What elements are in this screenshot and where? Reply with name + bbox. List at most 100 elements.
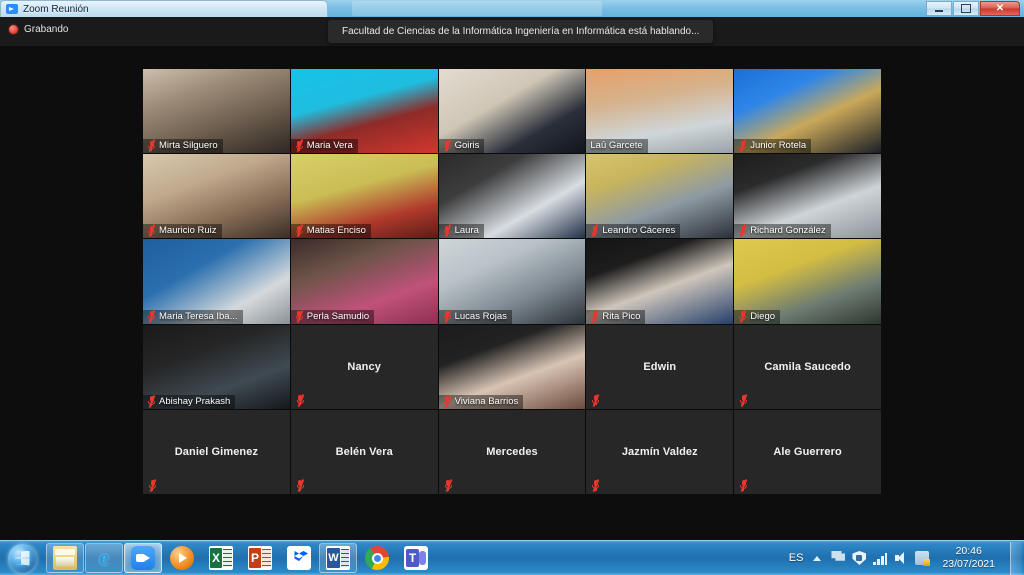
participant-name-bar: Laū Garcete: [586, 139, 648, 154]
powerpoint-icon: [248, 546, 272, 570]
windows-start-orb-icon: [7, 543, 37, 573]
participant-tile[interactable]: Maria Vera: [290, 69, 438, 154]
screen: Zoom Reunión ✕ Grabando Facultad de Cien…: [0, 0, 1024, 575]
participant-name: Perla Samudio: [306, 310, 370, 322]
taskbar-powerpoint[interactable]: [241, 543, 279, 573]
participant-tile[interactable]: Lucas Rojas: [438, 239, 586, 324]
participant-tile[interactable]: Leandro Cáceres: [586, 154, 734, 239]
participant-tile[interactable]: Rita Pico: [586, 239, 734, 324]
participant-tile[interactable]: Belén Vera: [290, 409, 438, 494]
participant-tile[interactable]: Perla Samudio: [290, 239, 438, 324]
record-dot-icon: [9, 25, 18, 34]
recording-indicator[interactable]: Grabando: [9, 24, 68, 35]
participant-tile[interactable]: Mercedes: [438, 409, 586, 494]
participant-tile[interactable]: Ale Guerrero: [734, 409, 881, 494]
taskbar-dropbox[interactable]: [280, 543, 318, 573]
participant-tile[interactable]: Camila Saucedo: [734, 324, 881, 409]
window-titlebar[interactable]: Zoom Reunión: [0, 0, 328, 17]
window-title: Zoom Reunión: [23, 3, 89, 15]
participant-name: Camila Saucedo: [764, 360, 851, 373]
microphone-muted-icon: [443, 309, 452, 323]
signal-bars-icon[interactable]: [873, 551, 888, 565]
participant-tile[interactable]: Richard González: [734, 154, 881, 239]
recording-label: Grabando: [24, 24, 69, 35]
participant-tile[interactable]: Edwin: [586, 324, 734, 409]
dropbox-icon: [287, 546, 311, 570]
taskbar-word[interactable]: [319, 543, 357, 573]
taskbar-media-player[interactable]: [163, 543, 201, 573]
microphone-muted-icon: [739, 393, 748, 407]
participant-name: Daniel Gimenez: [174, 445, 259, 458]
microphone-muted-icon: [590, 309, 599, 323]
microphone-muted-icon: [739, 479, 748, 492]
participant-tile[interactable]: Laū Garcete: [586, 69, 734, 154]
participant-name: Rita Pico: [602, 310, 641, 322]
participant-name: Ale Guerrero: [773, 445, 842, 458]
network-icon[interactable]: [915, 551, 931, 566]
participant-name-bar: Richard González: [734, 224, 831, 239]
participant-gallery: Mirta Silguero Maria Vera Goiris Laū Garcet…: [143, 69, 881, 494]
clock[interactable]: 20:46 23/07/2021: [936, 545, 1001, 571]
chrome-icon: [365, 546, 389, 570]
participant-name-bar: Goiris: [438, 139, 485, 154]
participant-name: Edwin: [643, 360, 677, 373]
taskbar-explorer[interactable]: [46, 543, 84, 573]
microphone-muted-icon: [591, 393, 600, 407]
participant-name-bar: Perla Samudio: [290, 309, 375, 324]
start-button[interactable]: [2, 542, 42, 575]
windows-taskbar: e ES 20:46 23/07/2021: [0, 540, 1024, 575]
participant-tile[interactable]: Diego: [734, 239, 881, 324]
window-controls: ✕: [926, 1, 1020, 16]
participant-name: Mirta Silguero: [159, 140, 218, 152]
participant-tile[interactable]: Nancy: [290, 324, 438, 409]
taskbar-teams[interactable]: [397, 543, 435, 573]
microphone-muted-icon: [295, 309, 304, 323]
security-shield-icon[interactable]: [852, 551, 867, 565]
participant-name: Lucas Rojas: [454, 310, 507, 322]
participant-name-bar: Mirta Silguero: [143, 139, 223, 154]
volume-icon[interactable]: [894, 551, 908, 565]
clock-time: 20:46: [955, 545, 982, 557]
participant-tile[interactable]: Daniel Gimenez: [143, 409, 290, 494]
microphone-muted-icon: [738, 309, 747, 323]
participant-name: Maria Vera: [306, 140, 353, 152]
participant-name-bar: Matias Enciso: [290, 224, 371, 239]
participant-name: Junior Rotela: [750, 140, 807, 152]
participant-tile[interactable]: Mauricio Ruiz: [143, 154, 290, 239]
participant-name: Maria Teresa Iba...: [159, 310, 238, 322]
participant-tile[interactable]: Abishay Prakash: [143, 324, 290, 409]
taskbar-items: e: [46, 543, 435, 573]
taskbar-zoom[interactable]: [124, 543, 162, 573]
microphone-muted-icon: [296, 393, 305, 407]
participant-tile[interactable]: Viviana Barrios: [438, 324, 586, 409]
participant-name-bar: Leandro Cáceres: [586, 224, 681, 239]
participant-tile[interactable]: Jazmín Valdez: [586, 409, 734, 494]
participant-tile[interactable]: Maria Teresa Iba...: [143, 239, 290, 324]
participant-tile[interactable]: Goiris: [438, 69, 586, 154]
participant-tile[interactable]: Laura: [438, 154, 586, 239]
participant-name-bar: Viviana Barrios: [438, 394, 524, 409]
close-button[interactable]: ✕: [980, 1, 1020, 16]
word-icon: [326, 546, 350, 570]
participant-tile[interactable]: Mirta Silguero: [143, 69, 290, 154]
participant-tile[interactable]: Matias Enciso: [290, 154, 438, 239]
maximize-button[interactable]: [953, 1, 979, 16]
taskbar-internet-explorer[interactable]: e: [85, 543, 123, 573]
taskbar-chrome[interactable]: [358, 543, 396, 573]
participant-name: Diego: [750, 310, 776, 322]
clock-date: 23/07/2021: [942, 558, 995, 570]
participant-name: Nancy: [347, 360, 381, 373]
chevron-up-icon[interactable]: [810, 551, 824, 565]
microphone-muted-icon: [147, 224, 156, 238]
participant-name: Richard González: [750, 225, 826, 237]
taskbar-excel[interactable]: [202, 543, 240, 573]
minimize-button[interactable]: [926, 1, 952, 16]
microphone-muted-icon: [444, 479, 453, 492]
participant-tile[interactable]: Junior Rotela: [734, 69, 881, 154]
language-indicator[interactable]: ES: [789, 552, 804, 564]
microphone-muted-icon: [443, 394, 452, 408]
participant-name: Viviana Barrios: [454, 395, 519, 407]
participant-name-bar: Maria Teresa Iba...: [143, 309, 243, 324]
action-center-flag-icon[interactable]: [831, 551, 846, 561]
show-desktop-button[interactable]: [1010, 541, 1022, 575]
